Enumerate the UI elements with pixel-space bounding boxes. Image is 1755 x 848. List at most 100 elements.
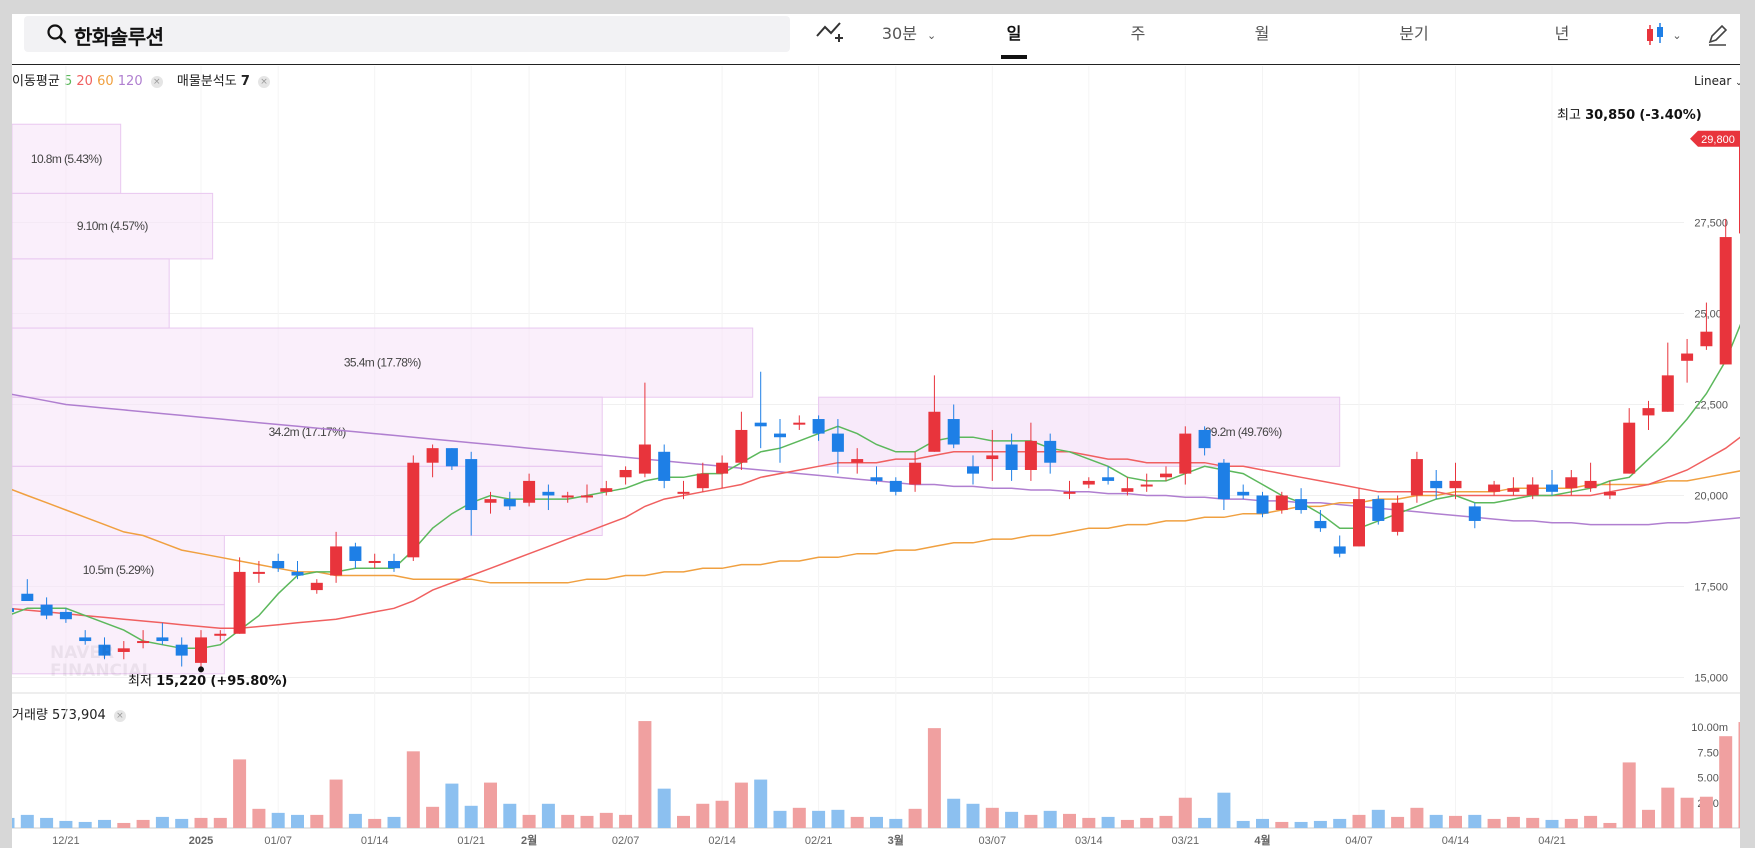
volume-bar: [1236, 820, 1250, 828]
x-tick-label: 02/21: [805, 835, 833, 847]
candle-body: [1468, 506, 1481, 521]
watermark-line: FINANCIAL: [50, 661, 153, 681]
volume-bar: [638, 721, 652, 828]
volume-bar: [677, 815, 690, 828]
volume-bar: [619, 814, 633, 828]
volume-bar: [484, 782, 497, 828]
volume-bar: [1178, 797, 1192, 828]
candle-body: [1372, 499, 1385, 521]
candle-body: [1063, 491, 1076, 494]
candle-body: [1333, 546, 1346, 554]
volume-bar: [541, 803, 555, 828]
candle-body: [195, 637, 207, 663]
candle-body: [1044, 440, 1057, 463]
candle-body: [79, 637, 92, 642]
price-chart[interactable]: 15,00017,50020,00022,50025,00027,5002.50…: [12, 14, 1740, 848]
candle-body: [523, 480, 536, 503]
candle-body: [59, 611, 72, 620]
volume-bar: [599, 812, 613, 828]
x-tick-label: 01/07: [264, 835, 292, 847]
volume-profile-bar: [12, 258, 170, 329]
volume-bar: [1024, 814, 1038, 828]
volume-bar: [1680, 797, 1694, 828]
volume-bar: [947, 798, 961, 828]
candle-body: [812, 419, 825, 434]
candle-body: [1217, 462, 1230, 500]
x-tick-label: 4월: [1254, 833, 1270, 847]
volume-bar: [213, 817, 227, 828]
candle-body: [542, 491, 555, 496]
candle-body: [1275, 495, 1288, 511]
volume-bar: [155, 816, 169, 828]
volume-bar: [1101, 816, 1115, 828]
candle-body: [1430, 480, 1443, 489]
volume-bar: [792, 807, 806, 828]
candle-body: [793, 422, 806, 425]
candle-body: [1179, 433, 1192, 474]
candle-body: [1719, 237, 1732, 365]
volume-bar: [1584, 815, 1598, 828]
candle-body: [40, 604, 53, 616]
candle-body: [445, 448, 458, 467]
low-marker-value: 15,220: [156, 674, 207, 689]
volume-bar: [348, 813, 362, 828]
volume-bar: [657, 788, 671, 828]
candle-body: [1082, 480, 1095, 485]
volume-bar: [1198, 817, 1212, 828]
volume-bar: [329, 779, 343, 828]
volume-bar: [1082, 817, 1096, 828]
volume-bar: [40, 817, 54, 828]
candle-body: [21, 593, 34, 602]
volume-bar: [870, 816, 883, 828]
candle-body: [1353, 499, 1365, 547]
candle-body: [677, 491, 690, 494]
candle-body: [638, 444, 651, 474]
candle-body: [909, 462, 922, 485]
candle-body: [1237, 491, 1250, 496]
candle-body: [252, 571, 265, 574]
candle-body: [1681, 353, 1694, 361]
candle-body: [851, 459, 864, 463]
x-tick-label: 12/21: [52, 835, 80, 847]
candle-body: [1623, 422, 1636, 474]
candle-body: [696, 473, 709, 489]
volume-bar: [175, 818, 189, 828]
volume-bar: [985, 807, 999, 828]
volume-bar: [1063, 813, 1076, 828]
volume-bar: [1410, 807, 1424, 828]
candle-body: [272, 560, 285, 569]
candle-body: [1295, 499, 1308, 511]
volume-bar: [1333, 818, 1347, 828]
volume-profile-label: 35.4m (17.78%): [344, 356, 422, 370]
volume-bar: [1391, 816, 1405, 828]
volume-bar: [773, 810, 787, 828]
x-tick-label: 2025: [189, 835, 213, 847]
volume-bar: [1506, 816, 1520, 828]
volume-bar: [1738, 722, 1740, 828]
candle-body: [658, 451, 671, 481]
x-tick-label: 3월: [888, 833, 904, 847]
candle-body: [1584, 480, 1597, 489]
current-price-label: 29,800: [1701, 134, 1735, 146]
volume-bar: [1217, 792, 1231, 828]
volume-bar: [12, 817, 15, 828]
candle-body: [1603, 491, 1616, 496]
candle-body: [581, 495, 593, 498]
x-tick-label: 04/07: [1345, 835, 1373, 847]
candle-body: [774, 433, 786, 438]
volume-bar: [291, 814, 304, 828]
volume-bar: [310, 814, 324, 828]
volume-bar: [1719, 736, 1733, 828]
candle-body: [1546, 484, 1558, 492]
volume-bar: [561, 814, 575, 828]
candle-body: [1526, 484, 1539, 496]
volume-bar: [464, 805, 478, 828]
watermark-line: NAVER: [50, 643, 115, 663]
candle-body: [716, 462, 729, 474]
volume-bar: [1256, 818, 1269, 828]
candle-body: [947, 419, 960, 445]
volume-bar: [1564, 818, 1578, 828]
candle-body: [465, 459, 478, 511]
volume-bar: [1545, 819, 1559, 828]
x-tick-label: 04/14: [1442, 835, 1470, 847]
